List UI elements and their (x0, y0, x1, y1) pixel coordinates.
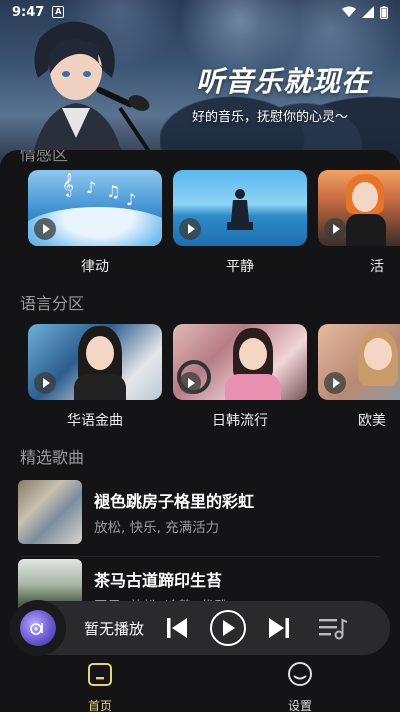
wifi-icon (342, 6, 356, 17)
nav-settings[interactable]: 设置 (270, 661, 330, 712)
card-label: 日韩流行 (212, 413, 268, 429)
card-thumbnail (318, 324, 400, 400)
notification-icon: A (52, 6, 65, 18)
status-bar: 9:47 A (0, 0, 400, 24)
song-cover (18, 480, 82, 544)
card-mood-1[interactable]: 𝄞 ♪ ♫ ♪ 律动 (28, 170, 162, 276)
card-label: 欧美 (358, 413, 386, 429)
play-icon[interactable] (179, 218, 201, 240)
home-icon (88, 663, 112, 686)
card-label: 活 (370, 259, 384, 275)
section-title-mood: 情感区 (20, 150, 69, 164)
divider (20, 556, 380, 557)
card-thumbnail (318, 170, 400, 246)
play-icon[interactable] (179, 372, 201, 394)
status-time: 9:47 (12, 4, 45, 20)
play-icon[interactable] (324, 218, 346, 240)
card-language-1[interactable]: 华语金曲 (28, 324, 162, 430)
card-thumbnail (173, 324, 307, 400)
card-label: 律动 (81, 259, 109, 275)
singer-illustration (30, 21, 161, 165)
card-mood-3[interactable]: 活 (318, 170, 400, 276)
card-label: 华语金曲 (67, 413, 123, 429)
song-title: 茶马古道蹄印生苔 (94, 571, 223, 590)
card-thumbnail (28, 324, 162, 400)
song-tags: 放松, 快乐, 充满活力 (94, 520, 220, 536)
card-thumbnail: 𝄞 ♪ ♫ ♪ (28, 170, 162, 246)
signal-icon (362, 6, 374, 18)
play-button[interactable] (210, 610, 246, 646)
card-mood-2[interactable]: 平静 (173, 170, 307, 276)
song-item[interactable]: 褪色跳房子格里的彩虹 放松, 快乐, 充满活力 (18, 480, 382, 546)
nav-home[interactable]: 首页 (70, 661, 130, 712)
music-note-icon (30, 623, 43, 635)
hero-banner[interactable]: 听音乐就现在 好的音乐，抚慰你的心灵～ (0, 0, 400, 165)
album-disc[interactable] (10, 600, 66, 656)
mood-row: 𝄞 ♪ ♫ ♪ 律动 平静 活 (0, 170, 400, 280)
play-icon[interactable] (34, 372, 56, 394)
card-language-3[interactable]: 欧美 (318, 324, 400, 430)
previous-icon[interactable] (166, 616, 188, 640)
status-icons (342, 5, 388, 19)
language-row: 华语金曲 日韩流行 欧美 (0, 324, 400, 434)
nav-settings-label: 设置 (287, 699, 312, 712)
playlist-icon[interactable] (318, 616, 348, 640)
card-label: 平静 (226, 259, 254, 275)
section-title-featured: 精选歌曲 (20, 448, 85, 467)
settings-icon (288, 662, 312, 686)
hero-subtitle: 好的音乐，抚慰你的心灵～ (191, 110, 348, 125)
crowd-illustration (160, 40, 400, 165)
battery-icon (380, 5, 388, 19)
play-icon (223, 620, 235, 636)
hero-title: 听音乐就现在 (195, 65, 370, 98)
card-language-2[interactable]: 日韩流行 (173, 324, 307, 430)
card-thumbnail (173, 170, 307, 246)
player-status: 暂无播放 (84, 620, 145, 638)
bottom-nav: 首页 设置 (0, 657, 400, 712)
nav-home-label: 首页 (87, 699, 112, 712)
song-title: 褪色跳房子格里的彩虹 (94, 492, 255, 511)
next-icon[interactable] (268, 616, 290, 640)
mini-player[interactable]: 暂无播放 (10, 600, 390, 656)
section-title-language: 语言分区 (20, 294, 85, 313)
play-icon[interactable] (324, 372, 346, 394)
play-icon[interactable] (34, 218, 56, 240)
